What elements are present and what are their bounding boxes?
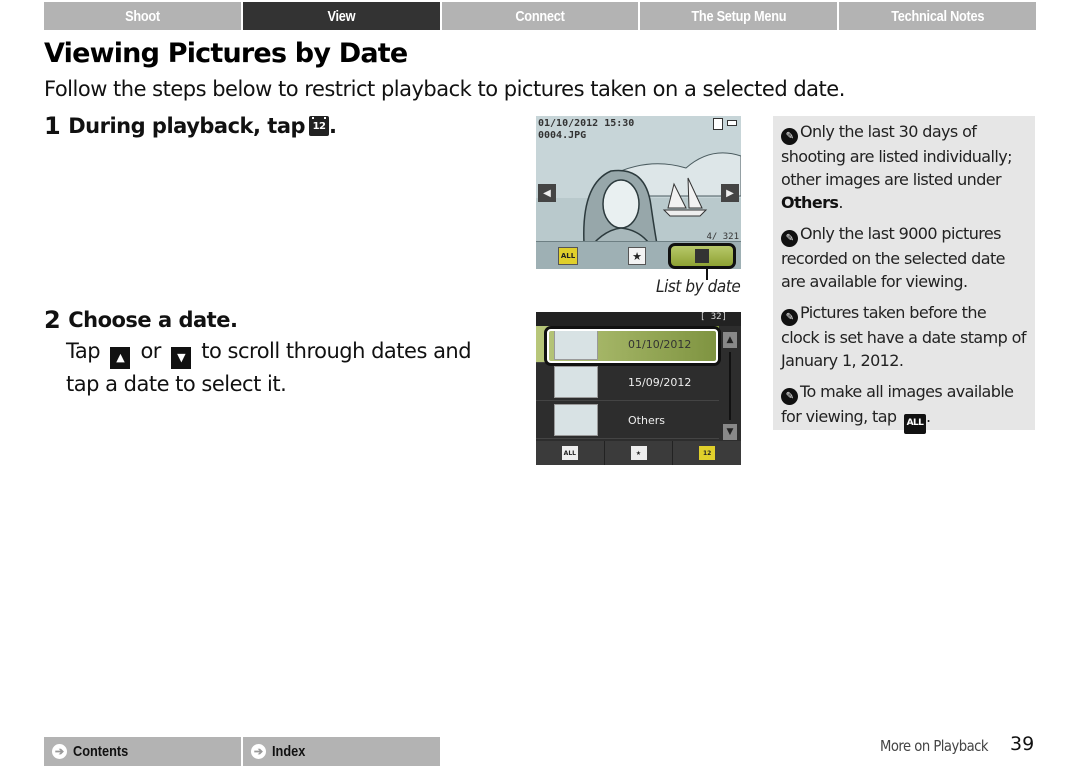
favorite-button[interactable]: ★ [628, 247, 646, 265]
osd-info: 01/10/2012 15:30 0004.JPG [538, 118, 634, 142]
scrollbar-track[interactable] [729, 352, 731, 420]
step-2-body: Tap ▲ or ▼ to scroll through dates and t… [66, 339, 472, 396]
all-button[interactable]: ALL [558, 247, 578, 265]
intro-text: Follow the steps below to restrict playb… [44, 77, 845, 101]
date-list-screen: [ 32] 01/10/2012 15/09/2012 Others ▲ ▼ A… [536, 312, 741, 465]
scroll-up-icon: ▲ [110, 346, 131, 369]
section-name: More on Playback [880, 737, 989, 755]
note: ✎ Only the last 9000 pictures recorded on… [781, 224, 1005, 291]
index-link[interactable]: ➔ Index [243, 737, 440, 766]
tab-view[interactable]: View [242, 2, 442, 30]
date-row-others[interactable]: Others [536, 402, 719, 439]
all-icon: ALL [561, 446, 578, 460]
tab-technical-notes[interactable]: Technical Notes [839, 2, 1036, 30]
favorite-icon: ★ [630, 446, 647, 460]
list-by-date-button[interactable]: 12 [673, 441, 741, 465]
step-number: 2 [44, 306, 61, 334]
list-by-date-icon: 12 [309, 116, 330, 136]
favorite-button[interactable]: ★ [605, 441, 674, 465]
list-by-date-icon: 12 [699, 446, 716, 460]
thumbnail [554, 366, 598, 398]
list-by-date-button[interactable] [668, 243, 736, 269]
top-nav: Shoot View Connect The Setup Menu Techni… [44, 2, 1036, 30]
callout-label: List by date [656, 277, 741, 297]
bottom-toolbar: ALL ★ 12 [536, 441, 741, 465]
note: ✎ To make all images available for viewin… [781, 380, 1027, 434]
status-bar: [ 32] [536, 312, 741, 326]
date-row[interactable]: 15/09/2012 [536, 364, 719, 401]
scroll-down-button[interactable]: ▼ [723, 424, 737, 440]
note-pencil-icon: ✎ [781, 230, 798, 247]
page-number: 39 [1010, 733, 1035, 755]
list-by-date-icon [695, 249, 709, 263]
note: ✎ Only the last 30 days of shooting are l… [781, 122, 1012, 212]
arrow-right-icon: ➔ [251, 744, 266, 759]
thumbnail [554, 404, 598, 436]
step-number: 1 [44, 112, 61, 140]
tab-setup-menu[interactable]: The Setup Menu [640, 2, 840, 30]
step-heading-text: Choose a date. [68, 308, 238, 332]
step-2-heading: 2 Choose a date. [44, 306, 238, 334]
selection-highlight [544, 326, 721, 366]
datetime-readout: 01/10/2012 15:30 [538, 118, 635, 129]
arrow-right-icon: ➔ [52, 744, 67, 759]
quality-icon [713, 118, 723, 130]
note-pencil-icon: ✎ [781, 388, 798, 405]
footer-nav: ➔ Contents ➔ Index [44, 737, 440, 766]
next-picture-button[interactable]: ▶ [721, 184, 739, 202]
scroll-down-icon: ▼ [171, 346, 192, 369]
notes-panel: ✎ Only the last 30 days of shooting are l… [773, 116, 1035, 434]
all-button[interactable]: ALL [536, 441, 605, 465]
tab-shoot[interactable]: Shoot [44, 2, 243, 30]
prev-picture-button[interactable]: ◀ [538, 184, 556, 202]
contents-link[interactable]: ➔ Contents [44, 737, 243, 766]
date-count: [ 32] [699, 312, 727, 322]
page-title: Viewing Pictures by Date [44, 38, 408, 69]
filename-readout: 0004.JPG [538, 130, 587, 141]
note: ✎ Pictures taken before the clock is set … [781, 303, 1026, 370]
note-pencil-icon: ✎ [781, 128, 798, 145]
note-pencil-icon: ✎ [781, 309, 798, 326]
all-icon: ALL [903, 413, 926, 434]
tab-connect[interactable]: Connect [441, 2, 641, 30]
scroll-up-button[interactable]: ▲ [723, 332, 737, 348]
battery-icon [727, 120, 737, 126]
step-heading-text: During playback, tap [68, 114, 306, 138]
step-1-heading: 1 During playback, tap 12 . [44, 112, 337, 140]
